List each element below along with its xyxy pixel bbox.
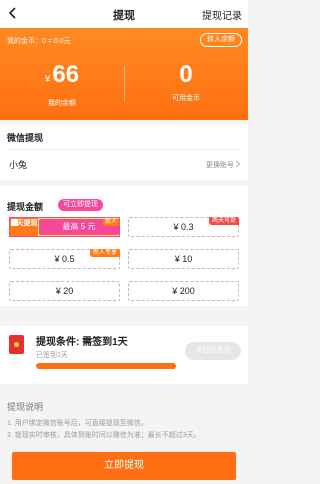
amount-option-20[interactable]: ¥ 20 [9,281,120,301]
balance-amount: ¥66 [0,62,124,93]
amount-section-title: 提现金额 [7,202,44,212]
condition-subtitle: 已签到1天 [36,352,68,359]
amount-option-200[interactable]: ¥ 200 [128,281,239,301]
amount-option-label: ¥ 20 [55,286,74,296]
promo-amount-option[interactable]: 1天提现 最高 5 元 新人 [9,217,120,237]
sign-in-progress-fill [36,363,176,369]
amount-option-label: ¥ 10 [174,254,193,264]
transfer-to-balance-button[interactable]: 转入余额 [200,33,242,47]
chevron-right-icon[interactable] [235,160,241,168]
amount-option-tag: 两天可提 [208,217,239,225]
amount-option-10[interactable]: ¥ 10 [128,249,239,269]
my-coins-text: 我的金币：0 = 0.0元 [7,38,71,45]
balance-banner: 我的金币：0 = 0.0元 转入余额 ¥66 我的余额 0 可用金币 [0,28,248,120]
instant-withdraw-bubble: 可立即提现 [58,199,103,211]
withdraw-record-link[interactable]: 提现记录 [202,7,242,22]
withdraw-amount-section: 提现金额 1天提现 最高 5 元 新人 可立即提现 ¥ 0.3 两天可提 ¥ 0… [0,186,248,306]
balance-block: ¥66 我的余额 [0,62,124,108]
navbar: 提现 提现记录 [0,0,248,28]
amount-option-0-5[interactable]: ¥ 0.5 新人专享 [9,249,120,269]
coins-label: 可用金币 [172,95,200,102]
amount-option-0-3[interactable]: ¥ 0.3 两天可提 [128,217,239,237]
coins-value: 0 [179,61,193,88]
coins-block: 0 可用金币 [124,62,248,103]
wechat-account-name: 小兔 [9,160,28,170]
promo-amount-label: 最高 5 元 新人 [39,219,119,235]
notes-line: 2. 提现实时审核，具体到账时间以微信为准；最长不超过3天。 [7,432,201,439]
withdraw-now-button[interactable]: 立即提现 [12,452,236,480]
sign-in-progress-bar [36,363,176,369]
amount-option-tag: 新人专享 [89,249,120,257]
amount-option-label: ¥ 200 [172,286,195,296]
promo-days-text: 1天提现 [12,220,38,227]
divider [7,149,241,150]
notes-title: 提现说明 [7,402,44,412]
condition-title: 提现条件: 需签到1天 [36,337,128,348]
signed-today-button[interactable]: 本日已签到 [185,342,241,360]
change-account-link[interactable]: 更换账号 [206,160,234,170]
red-envelope-icon [9,335,24,354]
currency-symbol: ¥ [44,74,51,85]
promo-day-badge: 1天提现 [10,218,38,236]
balance-value: 66 [52,61,80,88]
wechat-withdraw-section: 微信提现 小兔 更换账号 [0,124,248,180]
promo-label-text: 最高 5 元 [62,222,96,231]
amount-option-label: ¥ 0.5 [54,254,75,264]
balance-label: 我的余额 [48,100,76,107]
wechat-section-title: 微信提现 [7,133,44,143]
promo-corner-tag: 新人 [102,219,119,226]
notes-line: 1. 用户绑定微信账号后，可直接提现至微信。 [7,420,148,427]
amount-option-label: ¥ 0.3 [173,222,194,232]
withdraw-condition-card: 提现条件: 需签到1天 已签到1天 本日已签到 [0,326,248,384]
